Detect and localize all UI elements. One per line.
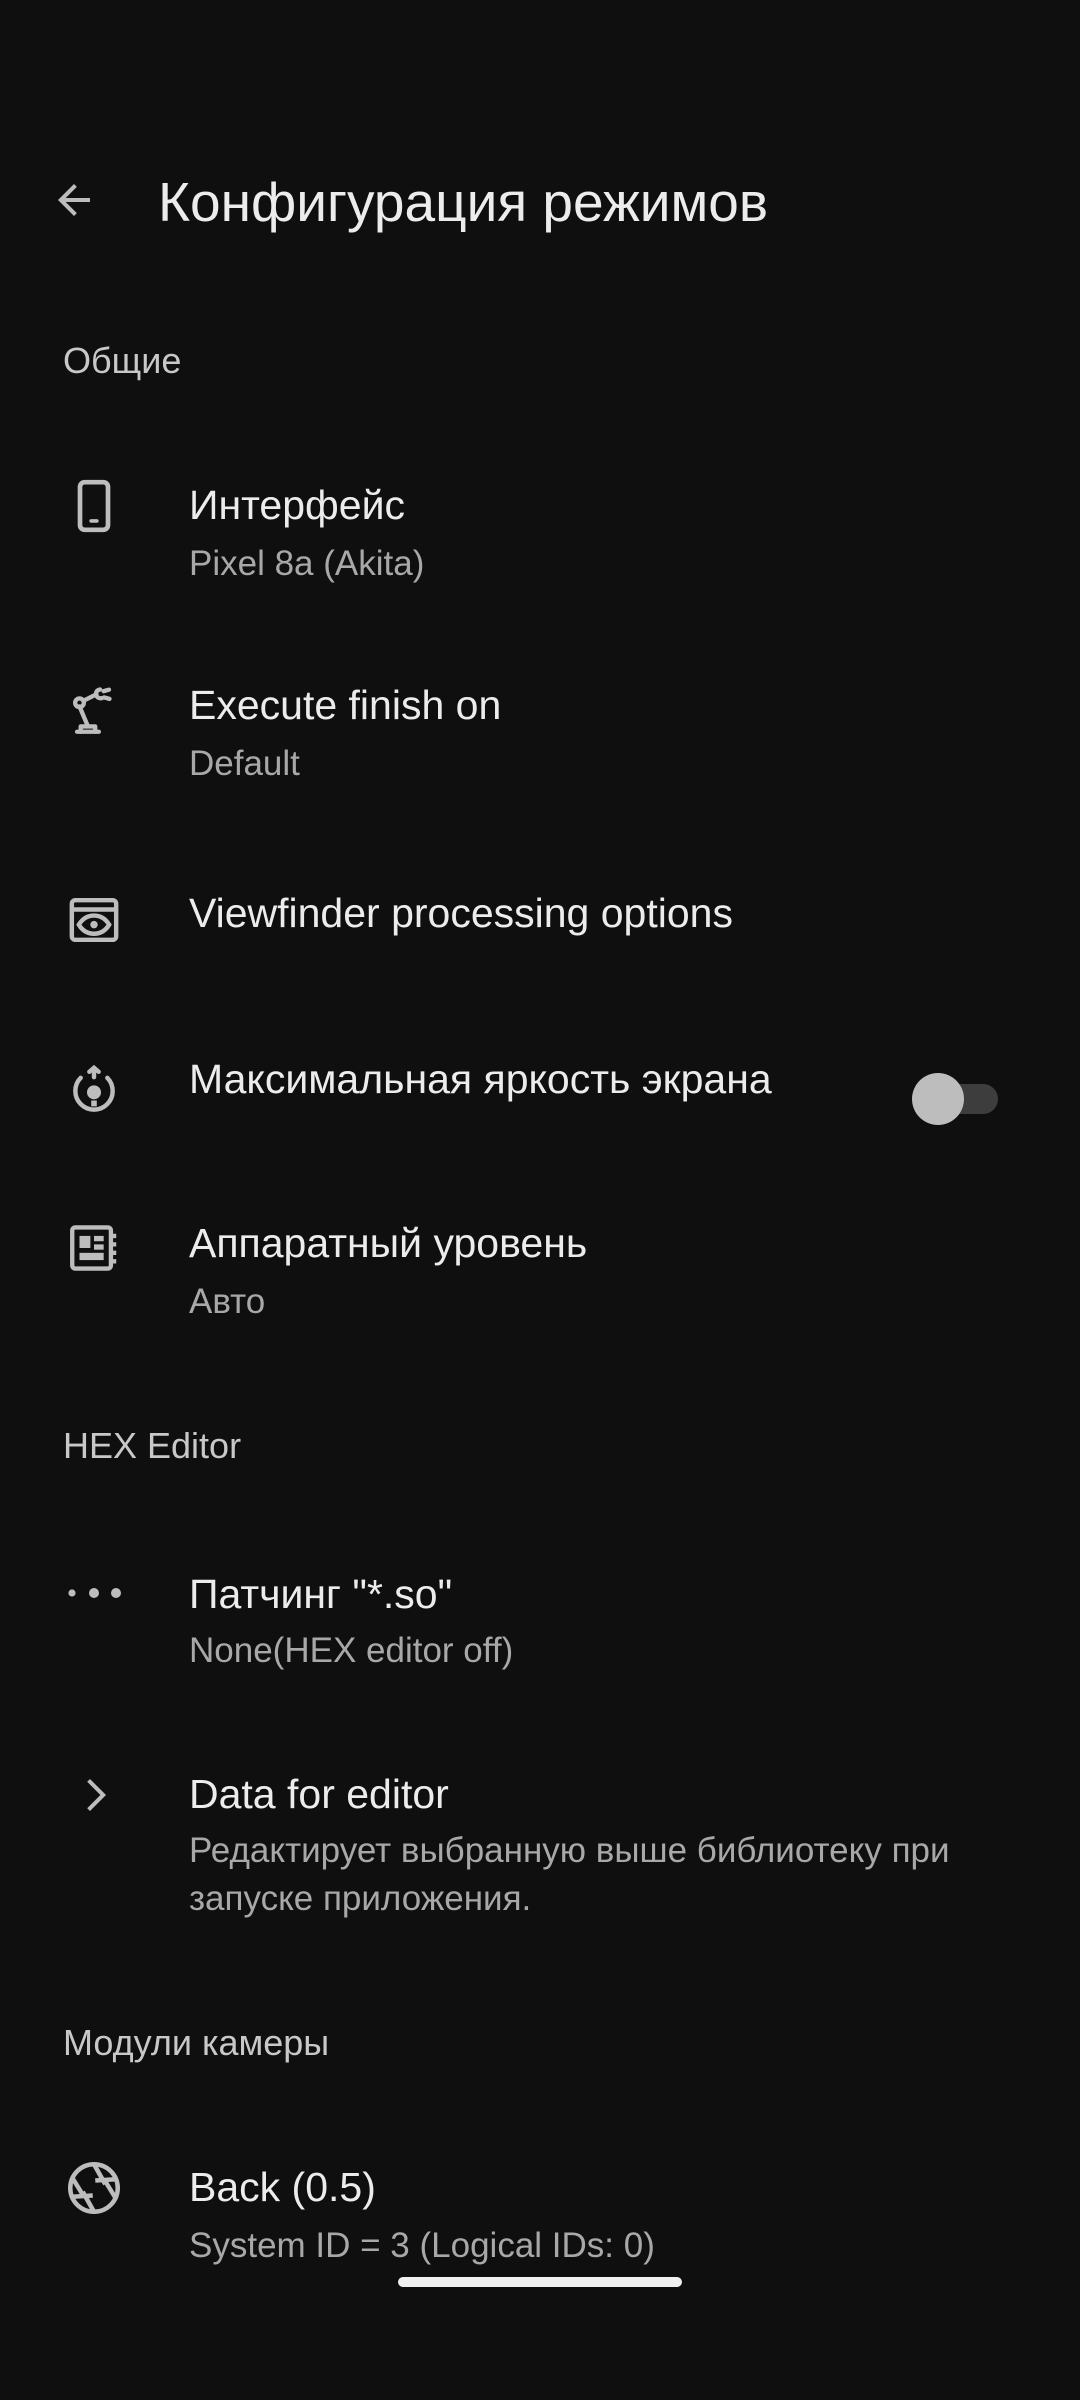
setting-data-for-editor[interactable]: Data for editor Редактирует выбранную вы… <box>0 1745 1080 1935</box>
section-header-general: Общие <box>63 340 182 381</box>
setting-back-camera[interactable]: Back (0.5) System ID = 3 (Logical IDs: 0… <box>0 2140 1080 2280</box>
top-app-bar: Конфигурация режимов <box>0 130 1080 280</box>
setting-subtitle: System ID = 3 (Logical IDs: 0) <box>189 2226 655 2265</box>
brightness-auto-icon <box>58 1054 130 1126</box>
section-header-hex-editor: HEX Editor <box>63 1425 242 1466</box>
setting-subtitle: None(HEX editor off) <box>189 1631 514 1670</box>
setting-title: Аппаратный уровень <box>189 1220 588 1266</box>
more-dots-icon <box>58 1557 130 1629</box>
back-arrow-icon <box>50 176 98 224</box>
phone-icon <box>58 470 130 542</box>
setting-title: Execute finish on <box>189 682 502 728</box>
setting-patching[interactable]: Патчинг "*.so" None(HEX editor off) <box>0 1545 1080 1685</box>
setting-title: Интерфейс <box>189 482 405 528</box>
robot-arm-icon <box>58 674 130 746</box>
gesture-navigation-handle[interactable] <box>398 2277 682 2287</box>
setting-title: Viewfinder processing options <box>189 890 733 936</box>
setting-title: Back (0.5) <box>189 2164 376 2210</box>
chevron-right-icon <box>58 1759 130 1831</box>
chip-board-icon <box>58 1212 130 1284</box>
setting-subtitle: Default <box>189 744 300 783</box>
setting-title: Патчинг "*.so" <box>189 1571 453 1617</box>
page-title: Конфигурация режимов <box>158 171 769 233</box>
setting-title: Data for editor <box>189 1771 449 1817</box>
setting-interface[interactable]: Интерфейс Pixel 8a (Akita) <box>0 460 1080 600</box>
setting-viewfinder[interactable]: Viewfinder processing options <box>0 870 1080 970</box>
preview-eye-icon <box>58 884 130 956</box>
toggle-thumb <box>912 1073 964 1125</box>
camera-aperture-icon <box>58 2152 130 2224</box>
setting-subtitle: Pixel 8a (Akita) <box>189 544 425 583</box>
setting-execute-finish[interactable]: Execute finish on Default <box>0 660 1080 800</box>
max-brightness-toggle[interactable] <box>912 1073 1000 1125</box>
setting-hardware-level[interactable]: Аппаратный уровень Авто <box>0 1200 1080 1340</box>
setting-subtitle: Редактирует выбранную выше библиотеку пр… <box>189 1831 950 1918</box>
section-header-camera-modules: Модули камеры <box>63 2022 330 2063</box>
setting-subtitle: Авто <box>189 1282 266 1321</box>
back-button[interactable] <box>42 168 106 232</box>
setting-title: Максимальная яркость экрана <box>189 1056 772 1102</box>
setting-max-brightness[interactable]: Максимальная яркость экрана <box>0 1040 1080 1150</box>
